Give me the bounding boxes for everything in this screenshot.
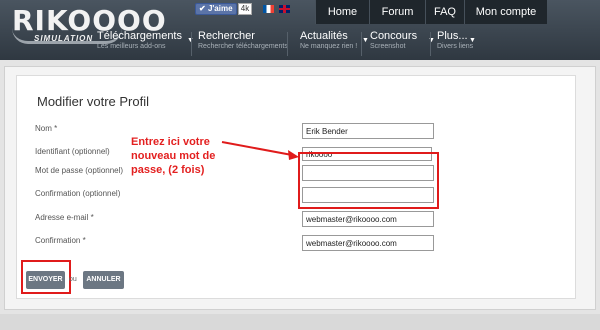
nav-item-title: Rechercher	[198, 30, 255, 42]
nav-divider	[361, 32, 362, 56]
or-label: ou	[69, 276, 77, 283]
nav-item-title: Plus...	[437, 30, 468, 42]
site-header: RIKOOOO SIMULATION ✔ J'aime 4k Home Foru…	[0, 0, 600, 60]
nav-item-downloads[interactable]: Téléchargements Les meilleurs add-ons ▼	[97, 30, 194, 58]
submit-button[interactable]: ENVOYER	[26, 271, 65, 289]
nav-item-subtitle: Screenshot	[370, 43, 406, 50]
confirm-password-label: Confirmation (optionnel)	[35, 189, 121, 198]
cancel-button[interactable]: ANNULER	[83, 271, 124, 289]
french-flag-icon[interactable]	[263, 5, 274, 13]
chevron-down-icon: ▼	[469, 37, 476, 44]
like-label: J'aime	[207, 4, 233, 13]
nav-item-subtitle: Divers liens	[437, 43, 474, 50]
name-label: Nom *	[35, 124, 58, 133]
like-count: 4k	[238, 3, 252, 15]
password-highlight-box	[298, 152, 439, 209]
nav-item-title: Actualités	[300, 30, 348, 42]
nav-divider	[430, 32, 431, 56]
nav-divider	[191, 32, 192, 56]
english-flag-icon[interactable]	[279, 5, 290, 13]
top-nav: Home Forum FAQ Mon compte	[315, 0, 547, 24]
page-footer	[0, 314, 600, 330]
facebook-like-button[interactable]: ✔ J'aime	[195, 3, 237, 15]
password-hint-annotation: Entrez ici votre nouveau mot de passe, (…	[131, 136, 216, 176]
nav-item-title: Concours	[370, 30, 418, 42]
email-label: Adresse e-mail *	[35, 213, 94, 222]
email-field[interactable]: webmaster@rikoooo.com	[302, 211, 434, 227]
logo-subtitle: SIMULATION	[34, 34, 94, 43]
nav-item-subtitle: Ne manquez rien !	[300, 43, 358, 50]
nav-divider	[287, 32, 288, 56]
nav-item-subtitle: Rechercher téléchargements	[198, 43, 288, 50]
nav-item-subtitle: Les meilleurs add-ons	[97, 43, 166, 50]
password-label: Mot de passe (optionnel)	[35, 166, 124, 175]
nav-item-more[interactable]: Plus... Divers liens ▼	[437, 30, 476, 58]
chevron-down-icon: ▼	[362, 37, 369, 44]
nav-item-title: Téléchargements	[97, 30, 182, 42]
top-nav-faq[interactable]: FAQ	[425, 0, 464, 24]
page-title: Modifier votre Profil	[37, 94, 149, 109]
confirm-email-label: Confirmation *	[35, 236, 86, 245]
nav-item-search[interactable]: Rechercher Rechercher téléchargements	[198, 30, 288, 58]
profile-form: Modifier votre Profil Nom * Erik Bender …	[16, 75, 576, 299]
nav-item-contest[interactable]: Concours Screenshot ▼	[370, 30, 435, 58]
nav-item-news[interactable]: Actualités Ne manquez rien ! ▼	[300, 30, 369, 58]
top-nav-account[interactable]: Mon compte	[464, 0, 547, 24]
top-nav-forum[interactable]: Forum	[369, 0, 425, 24]
top-nav-home[interactable]: Home	[315, 0, 369, 24]
identifier-label: Identifiant (optionnel)	[35, 147, 110, 156]
name-field[interactable]: Erik Bender	[302, 123, 434, 139]
confirm-email-field[interactable]: webmaster@rikoooo.com	[302, 235, 434, 251]
